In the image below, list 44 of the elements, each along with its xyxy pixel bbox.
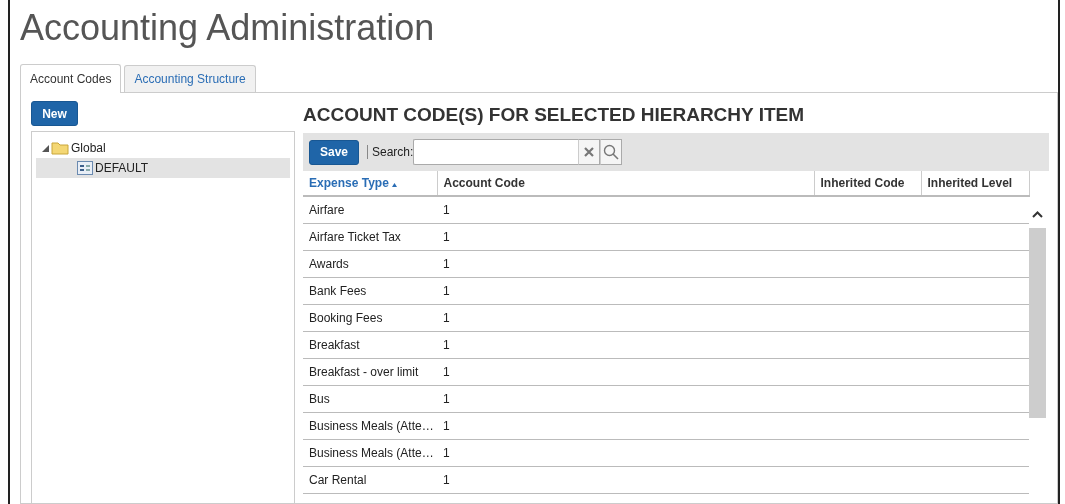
table-cell: 1	[437, 466, 814, 494]
table-cell: Airfare	[303, 196, 437, 224]
save-button[interactable]: Save	[309, 139, 359, 165]
table-cell: Business Meals (Atte…	[303, 439, 437, 467]
column-header[interactable]: Expense Type	[303, 171, 437, 196]
search-label: Search:	[372, 145, 414, 159]
table-cell: Breakfast	[303, 331, 437, 359]
scrollbar-thumb[interactable]	[1029, 228, 1046, 418]
table-cell: Airfare Ticket Tax	[303, 223, 437, 251]
expand-arrow-icon[interactable]	[42, 144, 49, 152]
tree-item[interactable]: DEFAULT	[36, 158, 290, 178]
table-cell: Breakfast - over limit	[303, 358, 437, 386]
table-cell: 1	[437, 223, 814, 251]
table-cell: 1	[437, 304, 814, 332]
column-header[interactable]: Account Code	[437, 171, 814, 196]
table-cell: Car Rental	[303, 466, 437, 494]
table-cell: 1	[437, 196, 814, 224]
table-cell: Bus	[303, 385, 437, 413]
page-title: Accounting Administration	[20, 8, 436, 50]
search-field[interactable]	[413, 139, 579, 165]
list-icon	[77, 161, 93, 175]
section-heading: ACCOUNT CODE(S) FOR SELECTED HIERARCHY ITEM	[303, 103, 806, 127]
column-header[interactable]: Inherited Code	[814, 171, 921, 196]
table-cell: 1	[437, 250, 814, 278]
table-cell: 1	[437, 358, 814, 386]
table-cell: Bank Fees	[303, 277, 437, 305]
tree-item[interactable]: Global	[36, 138, 290, 158]
column-header[interactable]: Inherited Level	[921, 171, 1029, 196]
table-cell: Business Meals (Atte…	[303, 412, 437, 440]
search-icon[interactable]	[603, 144, 620, 160]
scroll-up-icon[interactable]	[1032, 211, 1043, 218]
table-cell: 1	[437, 412, 814, 440]
table-cell: 1	[437, 385, 814, 413]
table-cell: 1	[437, 277, 814, 305]
folder-icon	[51, 141, 69, 155]
tab[interactable]: Accounting Structure	[124, 65, 256, 92]
tab[interactable]: Account Codes	[20, 64, 122, 93]
table-cell: Booking Fees	[303, 304, 437, 332]
table-cell: Awards	[303, 250, 437, 278]
table-cell: 1	[437, 439, 814, 467]
new-button[interactable]: New	[31, 101, 78, 126]
sort-arrow-icon	[392, 183, 398, 187]
table-cell: 1	[437, 331, 814, 359]
clear-icon[interactable]	[584, 147, 595, 157]
